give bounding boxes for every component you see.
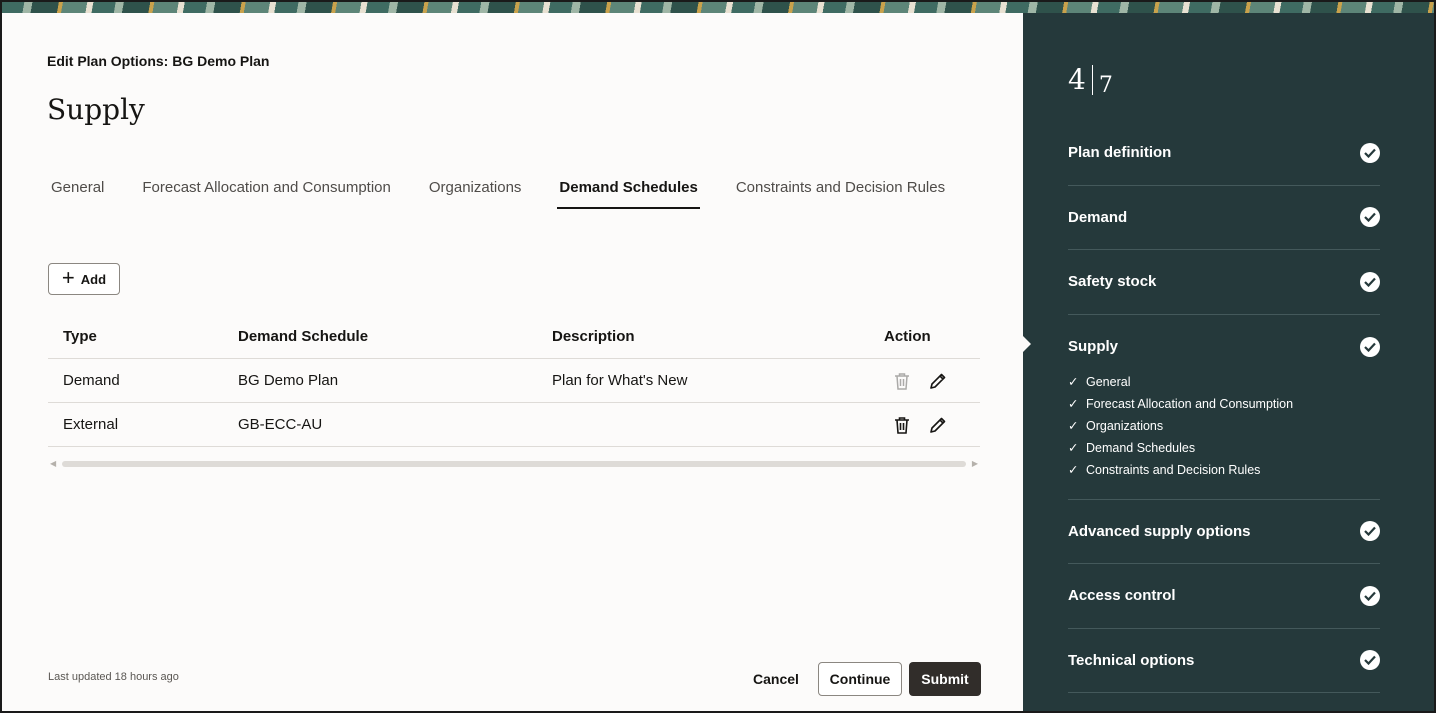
last-updated-text: Last updated 18 hours ago xyxy=(48,671,179,683)
current-step-number: 4 xyxy=(1068,63,1086,96)
tab-demand-schedules[interactable]: Demand Schedules xyxy=(557,175,701,209)
progress-train-sidebar: 4 7 Plan definition Demand Safety stock … xyxy=(1022,13,1434,711)
column-header-type[interactable]: Type xyxy=(48,328,238,345)
checkmark-icon: ✓ xyxy=(1068,375,1079,389)
substep-general[interactable]: ✓ General xyxy=(1068,371,1380,393)
main-panel: Edit Plan Options: BG Demo Plan Supply G… xyxy=(2,13,1023,711)
check-circle-icon xyxy=(1360,336,1380,357)
step-counter-divider xyxy=(1091,65,1093,95)
add-button[interactable]: + Add xyxy=(48,263,120,295)
continue-button[interactable]: Continue xyxy=(818,662,902,696)
window-frame: Edit Plan Options: BG Demo Plan Supply G… xyxy=(0,0,1436,713)
check-circle-icon xyxy=(1360,521,1380,542)
checkmark-icon: ✓ xyxy=(1068,397,1079,411)
check-circle-icon xyxy=(1360,142,1380,163)
substep-demand-schedules[interactable]: ✓ Demand Schedules xyxy=(1068,437,1380,459)
step-demand[interactable]: Demand xyxy=(1068,186,1380,250)
submit-button[interactable]: Submit xyxy=(909,662,981,696)
checkmark-icon: ✓ xyxy=(1068,419,1079,433)
total-steps-number: 7 xyxy=(1098,73,1113,98)
step-label: Safety stock xyxy=(1068,273,1157,291)
check-circle-icon xyxy=(1360,650,1380,671)
cell-type: External xyxy=(63,416,119,433)
column-header-demand-schedule[interactable]: Demand Schedule xyxy=(238,328,552,345)
tab-forecast-allocation[interactable]: Forecast Allocation and Consumption xyxy=(140,175,392,209)
decorative-banner xyxy=(2,2,1434,13)
cell-actions xyxy=(884,415,980,435)
column-header-action: Action xyxy=(884,328,931,345)
step-supply[interactable]: Supply ✓ General ✓ Forecast Allocation and… xyxy=(1068,315,1380,500)
supply-substeps: ✓ General ✓ Forecast Allocation and Consum… xyxy=(1068,371,1380,481)
check-circle-icon xyxy=(1360,271,1380,292)
step-label: Advanced supply options xyxy=(1068,522,1251,540)
tab-constraints-decision-rules[interactable]: Constraints and Decision Rules xyxy=(734,175,947,209)
page-subtitle: Edit Plan Options: BG Demo Plan xyxy=(47,53,270,69)
step-counter: 4 7 xyxy=(1068,63,1113,103)
cancel-button[interactable]: Cancel xyxy=(742,662,810,696)
substep-forecast-allocation[interactable]: ✓ Forecast Allocation and Consumption xyxy=(1068,393,1380,415)
step-safety-stock[interactable]: Safety stock xyxy=(1068,250,1380,315)
tab-organizations[interactable]: Organizations xyxy=(427,175,524,209)
substep-organizations[interactable]: ✓ Organizations xyxy=(1068,415,1380,437)
checkmark-icon: ✓ xyxy=(1068,441,1079,455)
cell-type: Demand xyxy=(63,372,120,389)
trash-icon[interactable] xyxy=(892,371,912,391)
demand-schedules-table: Type Demand Schedule Description Action … xyxy=(48,315,980,447)
horizontal-scrollbar[interactable]: ◀ ▶ xyxy=(48,459,980,469)
step-label: Plan definition xyxy=(1068,144,1172,162)
step-label: Access control xyxy=(1068,587,1176,605)
step-label: Demand xyxy=(1068,208,1128,226)
cell-actions xyxy=(884,371,980,391)
cell-description: Plan for What's New xyxy=(552,372,688,389)
check-circle-icon xyxy=(1360,207,1380,228)
trash-icon[interactable] xyxy=(892,415,912,435)
step-supply-header: Supply xyxy=(1068,336,1380,357)
add-button-label: Add xyxy=(80,271,107,287)
cell-demand-schedule: BG Demo Plan xyxy=(238,372,339,389)
cell-demand-schedule: GB-ECC-AU xyxy=(238,416,323,433)
tab-bar: General Forecast Allocation and Consumpt… xyxy=(49,175,981,209)
scroll-left-icon[interactable]: ◀ xyxy=(50,459,56,468)
scrollbar-thumb[interactable] xyxy=(62,461,966,467)
check-circle-icon xyxy=(1360,585,1380,606)
plus-icon: + xyxy=(61,265,75,290)
tab-general[interactable]: General xyxy=(49,175,106,209)
step-label: Supply xyxy=(1068,338,1119,355)
column-header-description[interactable]: Description xyxy=(552,328,884,345)
table-row[interactable]: Demand BG Demo Plan Plan for What's New xyxy=(48,359,980,403)
table-row[interactable]: External GB-ECC-AU xyxy=(48,403,980,447)
step-plan-definition[interactable]: Plan definition xyxy=(1068,121,1380,186)
step-technical-options[interactable]: Technical options xyxy=(1068,629,1380,693)
step-advanced-supply-options[interactable]: Advanced supply options xyxy=(1068,500,1380,564)
step-access-control[interactable]: Access control xyxy=(1068,564,1380,629)
current-step-indicator xyxy=(1022,335,1031,353)
pencil-icon[interactable] xyxy=(928,415,948,435)
step-list: Plan definition Demand Safety stock Supp… xyxy=(1068,121,1380,693)
substep-constraints[interactable]: ✓ Constraints and Decision Rules xyxy=(1068,459,1380,481)
table-header: Type Demand Schedule Description Action xyxy=(48,315,980,359)
page-title: Supply xyxy=(47,93,145,126)
pencil-icon[interactable] xyxy=(928,371,948,391)
step-label: Technical options xyxy=(1068,651,1195,669)
scroll-right-icon[interactable]: ▶ xyxy=(972,459,978,468)
checkmark-icon: ✓ xyxy=(1068,463,1079,477)
